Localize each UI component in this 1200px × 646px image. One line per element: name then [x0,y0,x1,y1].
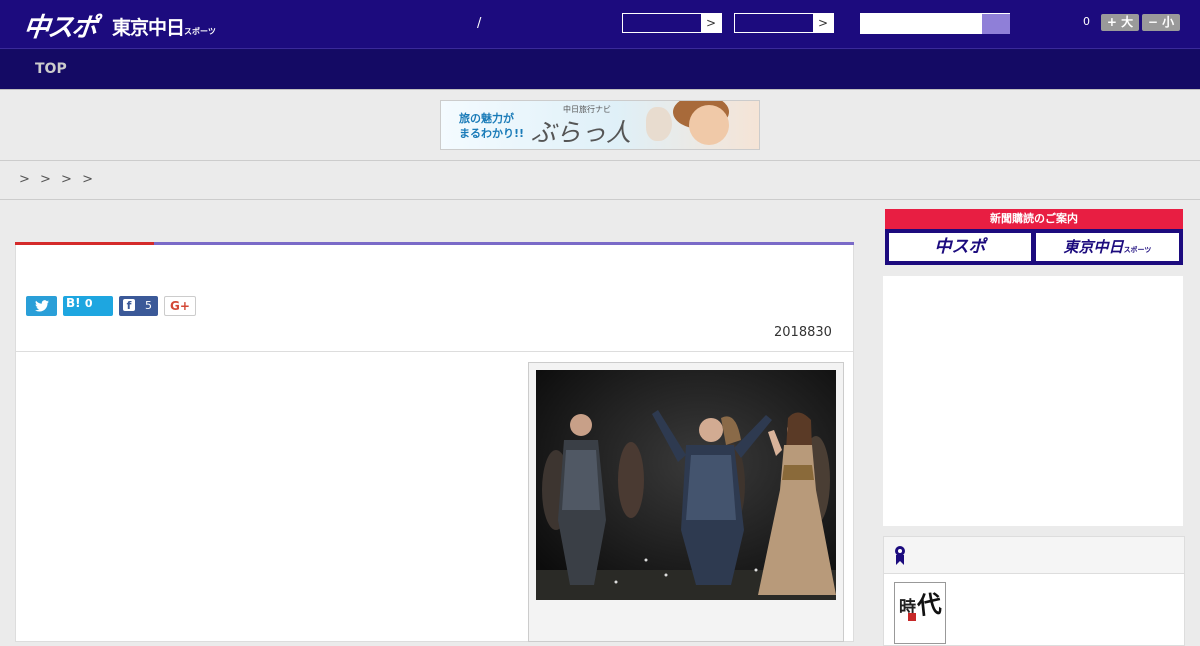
ad-line-2: まるわかり!! [459,127,525,140]
site-header: 中スポ 東京中日スポーツ / > > 0 + 大 − 小 [0,0,1200,49]
facebook-count: 5 [145,299,152,312]
hatena-label: B! 0 [66,296,92,311]
ad-copy: 旅の魅力が まるわかり!! [459,111,524,141]
global-nav: TOP [0,49,1200,90]
model-face-image [689,105,729,145]
article-photo[interactable] [536,370,836,600]
hatena-count: 0 [84,297,93,310]
hatena-bookmark-button[interactable]: B! 0 [63,296,113,316]
article-accent-red [15,242,154,245]
subscription-title: 新聞購読のご案内 [885,209,1183,229]
ribbon-icon [895,546,905,565]
font-larger-button[interactable]: + 大 [1101,14,1139,31]
book-red-mark [908,613,916,621]
gplus-share-button[interactable]: G+ [164,296,196,316]
font-smaller-button[interactable]: − 小 [1142,14,1180,31]
breadcrumb-text[interactable]: > > > > [19,172,94,187]
nav-item-top[interactable]: TOP [35,61,67,77]
twitter-share-button[interactable] [26,296,57,316]
subscription-banner: 新聞購読のご案内 中スポ 東京中日スポーツ [885,209,1183,265]
book-cover-image[interactable]: 時 代 [894,582,946,644]
breadcrumb: > > > > [0,160,1200,200]
ad-brand: ぶらっ人 [531,118,632,147]
subscribe-chuspo-button[interactable]: 中スポ [889,233,1031,261]
category-select-1[interactable]: > [622,13,722,33]
search-button[interactable] [982,14,1010,34]
article-divider [16,351,853,352]
article-date: 2018830 [774,325,832,340]
chuspo-logo[interactable]: 中スポ [22,7,98,44]
subscribe-tokyo-chunichi-button[interactable]: 東京中日スポーツ [1036,233,1179,261]
category-select-2[interactable]: > [734,13,834,33]
chevron-right-icon: > [701,14,721,32]
logo-sub-text: 東京中日 [112,17,185,39]
sidebar-box-header [884,537,1184,574]
ad-banner[interactable]: 旅の魅力が まるわかり!! 中日旅行ナビ ぶらっ人 [440,100,760,150]
shell-image [646,107,672,141]
sidebar-ad-slot[interactable] [883,276,1183,526]
subscribe-btn2-text: 東京中日 [1063,238,1124,256]
book-title-b: 代 [915,589,943,621]
hatena-icon: B! [66,296,81,310]
tokyo-chunichi-logo[interactable]: 東京中日スポーツ [112,13,216,40]
ad-line-1: 旅の魅力が [459,112,514,125]
logo-sub-small: スポーツ [184,27,216,36]
facebook-icon: f [123,299,135,312]
article-accent-purple [154,242,854,245]
facebook-share-button[interactable]: f 5 [119,296,158,316]
header-separator: / [477,16,482,31]
chevron-right-icon: > [813,14,833,32]
twitter-icon [34,300,49,312]
counter-text: 0 [1083,15,1090,28]
subscribe-btn2-small: スポーツ [1123,246,1152,254]
